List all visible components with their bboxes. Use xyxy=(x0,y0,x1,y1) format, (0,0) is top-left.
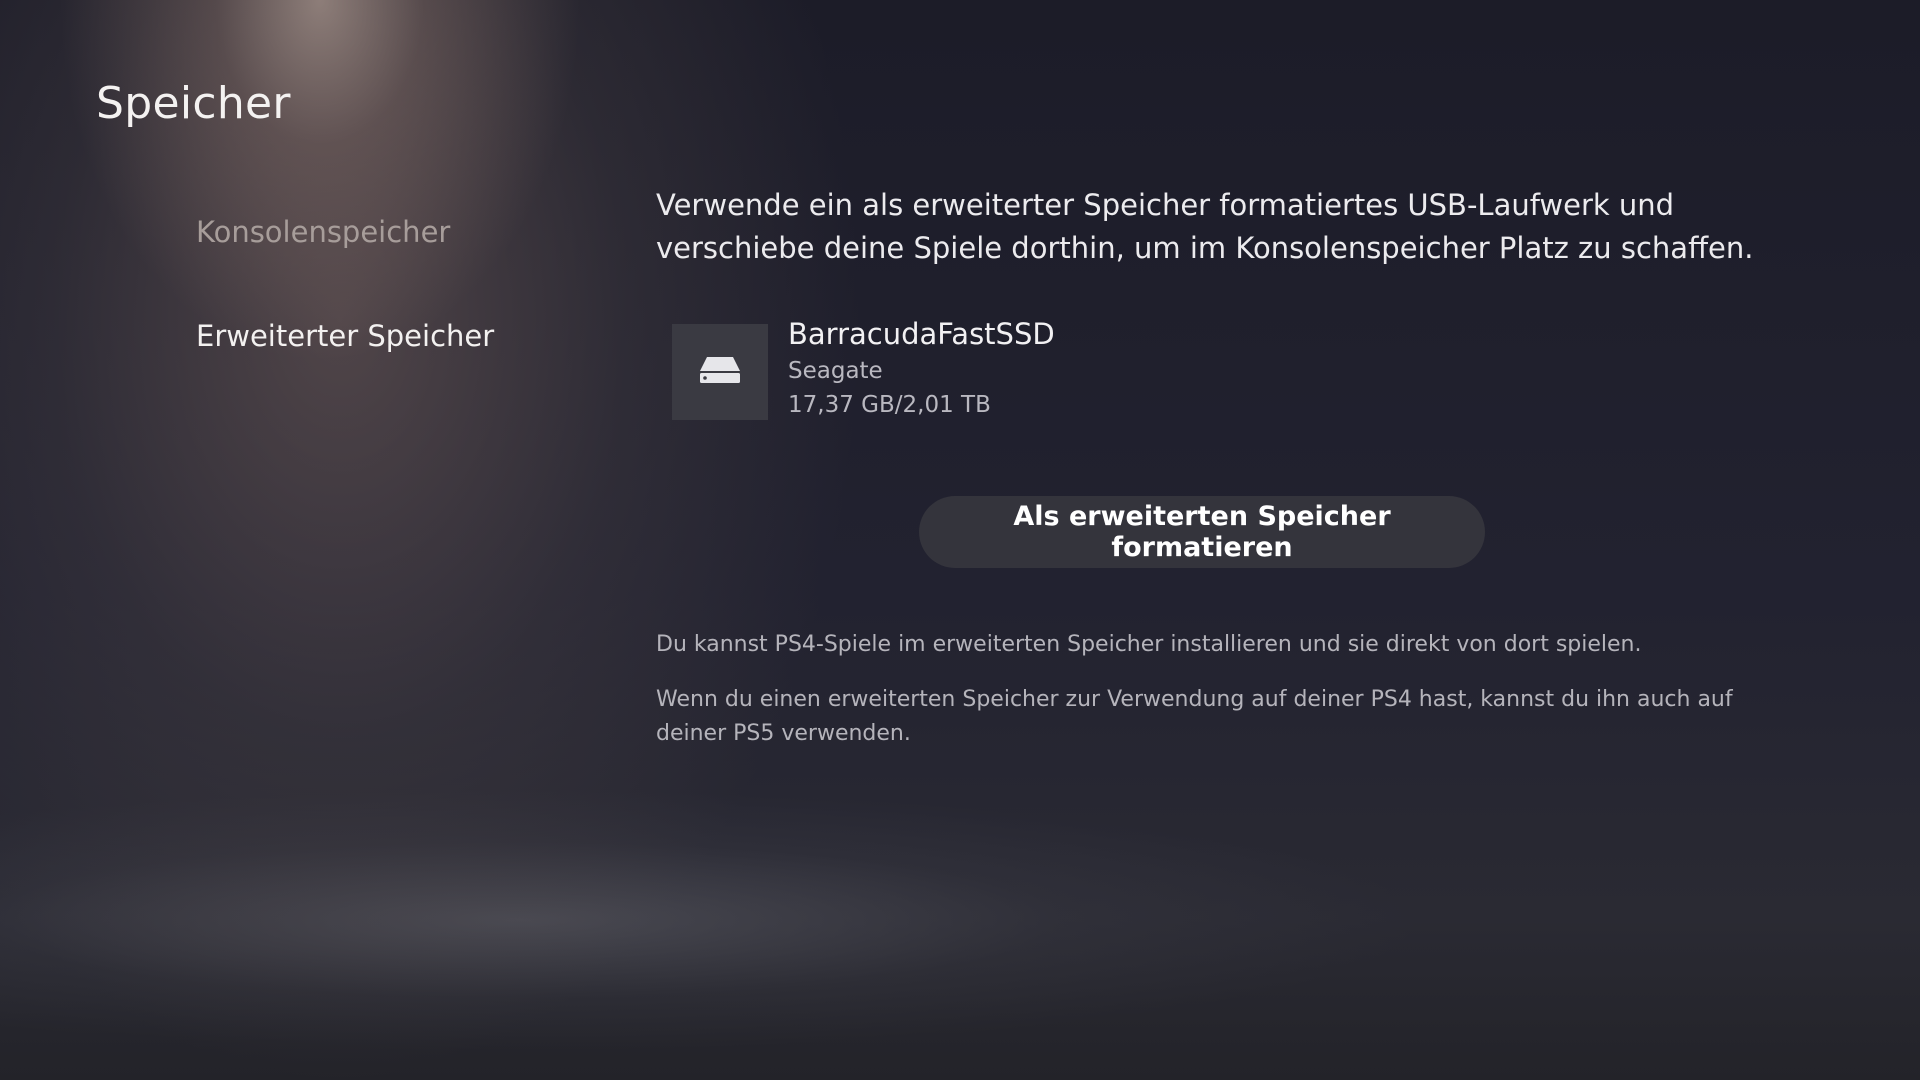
info-note-ps4-compat: Wenn du einen erweiterten Speicher zur V… xyxy=(656,687,1733,746)
sidebar-item-extended-storage[interactable]: Erweiterter Speicher xyxy=(196,314,494,358)
device-info: BarracudaFastSSD Seagate 17,37 GB/2,01 T… xyxy=(788,314,1055,422)
external-drive-icon xyxy=(698,355,742,389)
sidebar-item-console-storage[interactable]: Konsolenspeicher xyxy=(196,210,494,254)
storage-device-item[interactable]: BarracudaFastSSD Seagate 17,37 GB/2,01 T… xyxy=(672,317,1055,422)
device-thumbnail xyxy=(672,324,768,420)
page-title: Speicher xyxy=(96,78,291,129)
device-name: BarracudaFastSSD xyxy=(788,317,1055,351)
device-vendor: Seagate xyxy=(788,358,883,384)
main-panel: Verwende ein als erweiterter Speicher fo… xyxy=(656,184,1776,746)
intro-text: Verwende ein als erweiterter Speicher fo… xyxy=(656,188,1754,265)
device-capacity: 17,37 GB/2,01 TB xyxy=(788,392,991,418)
side-navigation: Konsolenspeicher Erweiterter Speicher xyxy=(196,210,494,358)
format-extended-storage-button[interactable]: Als erweiterten Speicher formatieren xyxy=(919,496,1485,568)
info-note-install: Du kannst PS4-Spiele im erweiterten Spei… xyxy=(656,632,1642,657)
